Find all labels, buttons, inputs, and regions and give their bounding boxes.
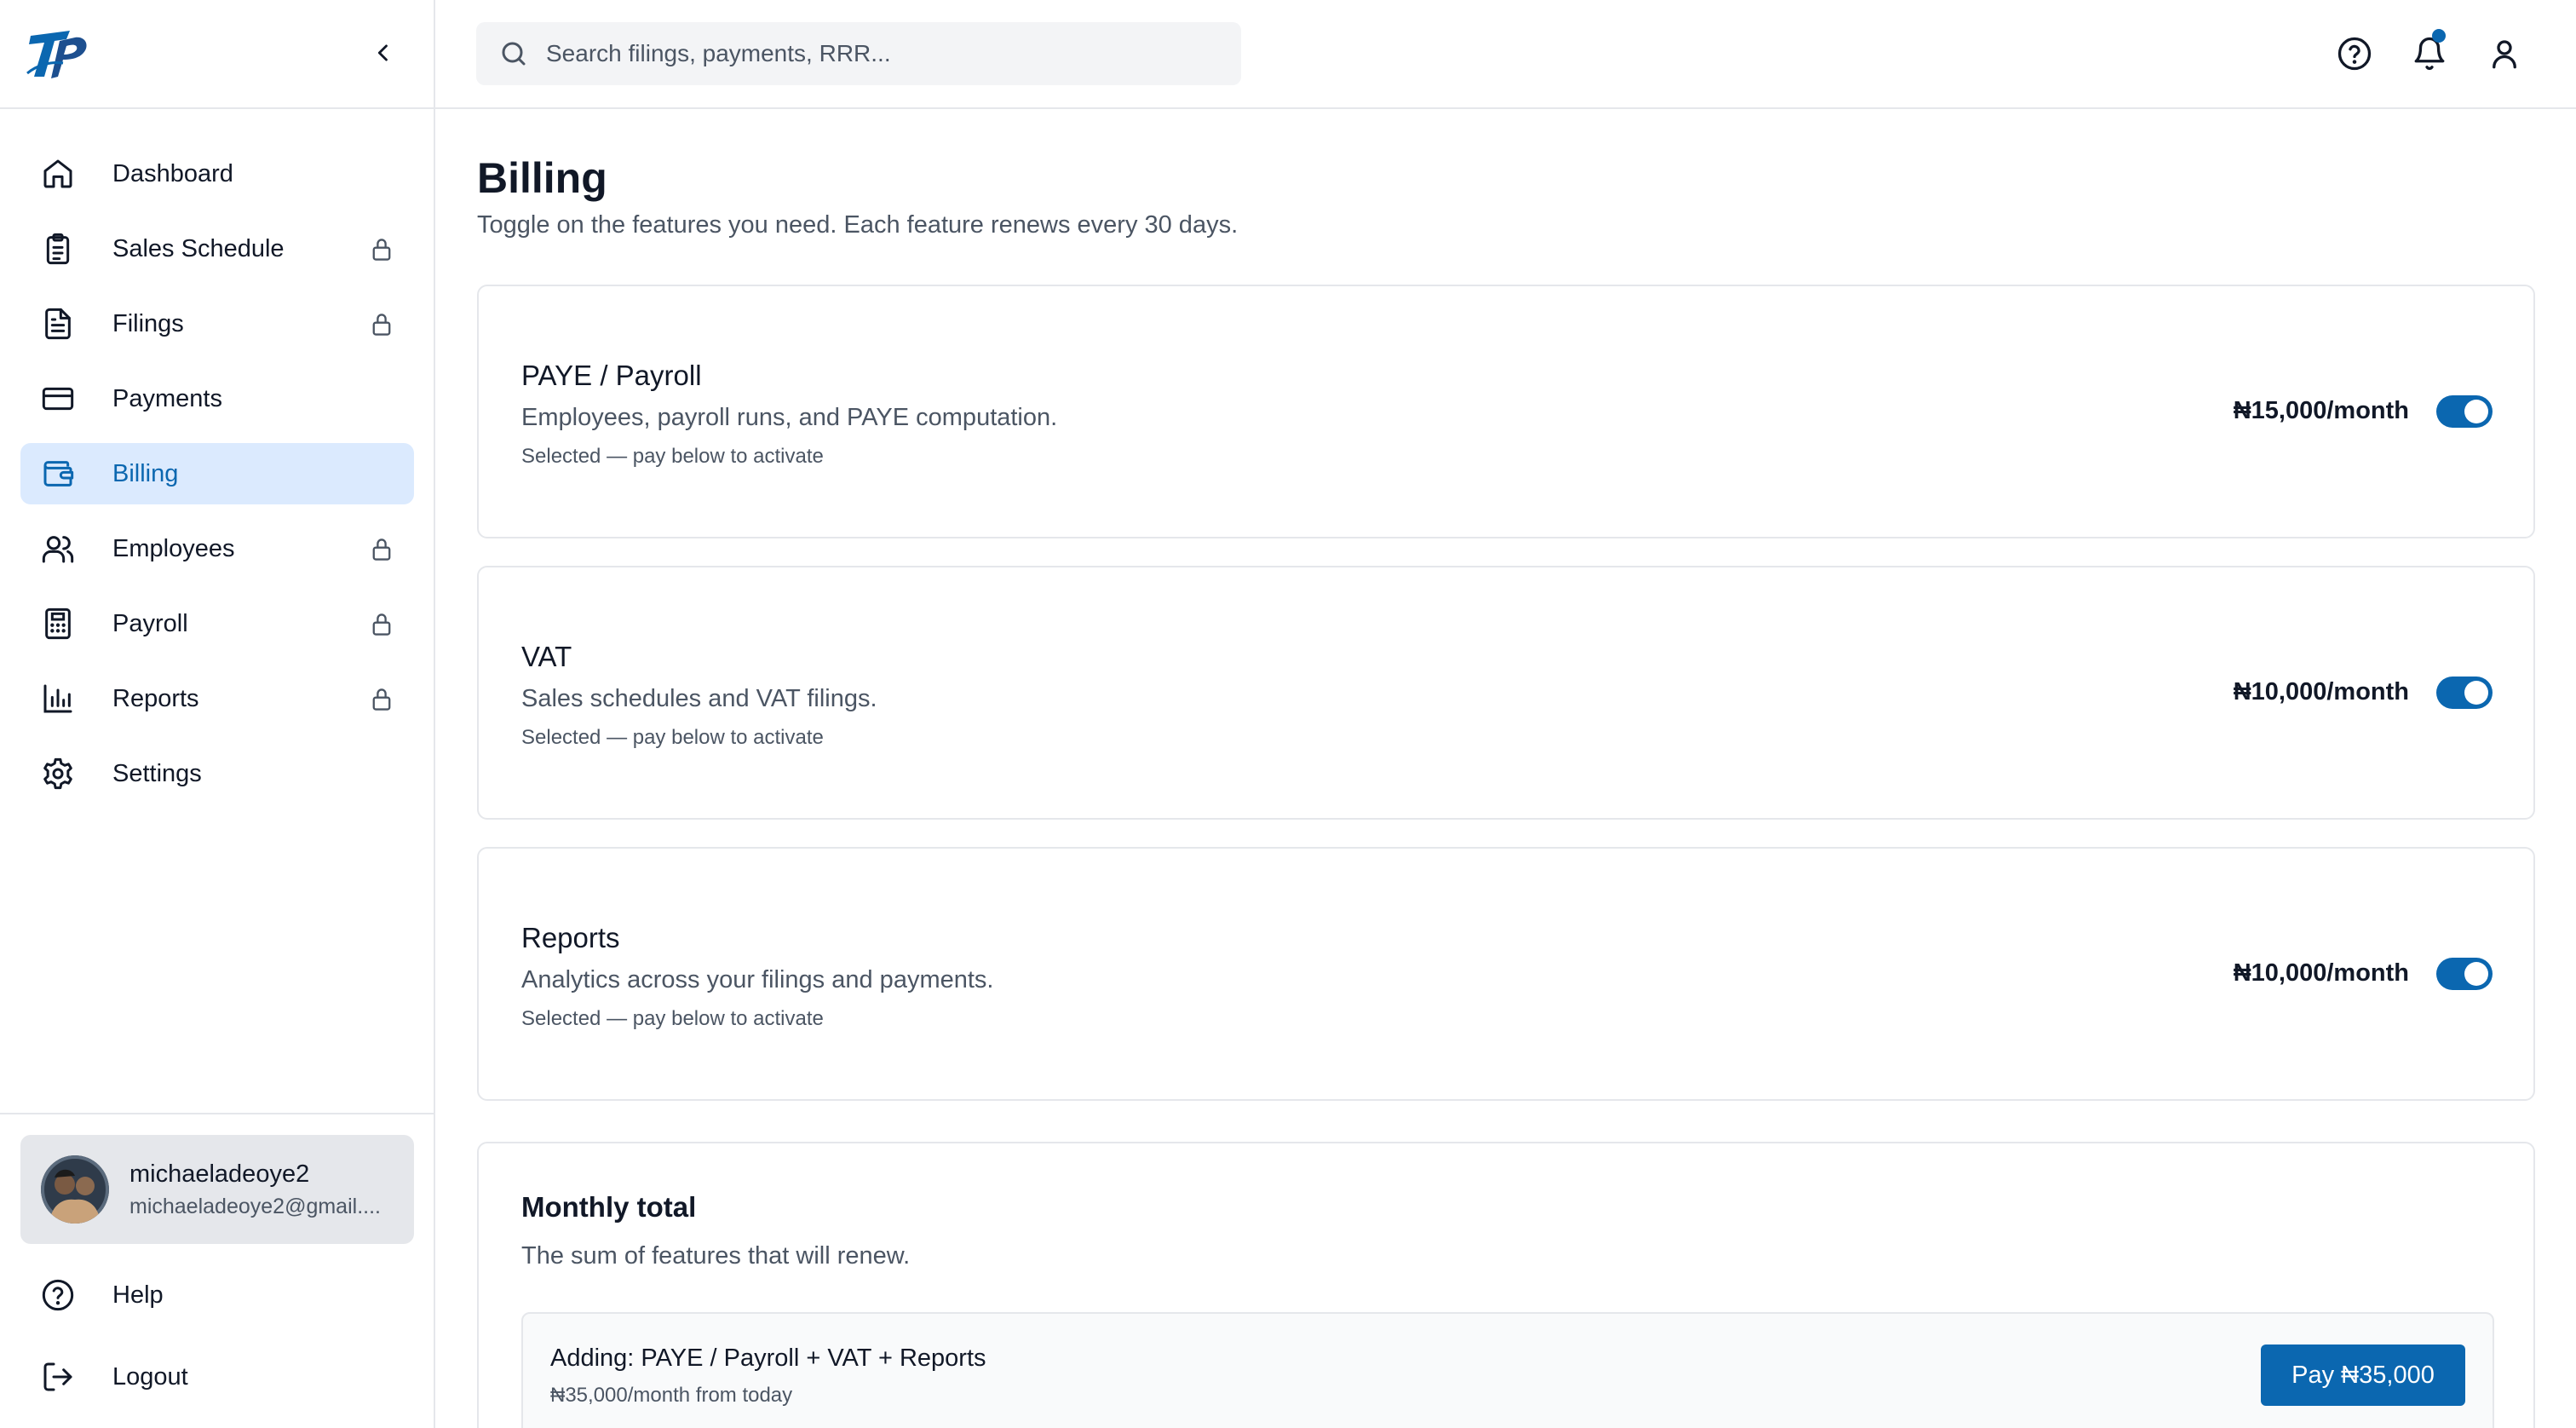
sidebar-item-label: Employees	[112, 534, 235, 562]
feature-price: ₦10,000/month	[2233, 959, 2409, 987]
feature-toggle-reports[interactable]	[2436, 958, 2493, 990]
chevron-left-icon	[377, 44, 388, 61]
search-input[interactable]	[546, 40, 1228, 67]
sidebar-divider	[0, 1113, 434, 1114]
sidebar-item-label: Payments	[112, 384, 222, 412]
sidebar: Dashboard Sales Schedule Filings Payment…	[0, 0, 435, 1428]
sidebar-nav: Dashboard Sales Schedule Filings Payment…	[20, 143, 414, 818]
toggle-knob	[2464, 962, 2488, 986]
sidebar-item-payments[interactable]: Payments	[20, 368, 414, 429]
sidebar-item-label: Billing	[112, 459, 179, 487]
feature-status: Selected — pay below to activate	[521, 445, 824, 468]
wallet-icon	[39, 455, 77, 492]
sidebar-header	[0, 0, 434, 109]
sidebar-item-label: Reports	[112, 684, 199, 712]
feature-description: Analytics across your filings and paymen…	[521, 966, 994, 993]
credit-card-icon	[39, 380, 77, 417]
page-subtitle: Toggle on the features you need. Each fe…	[477, 211, 1239, 239]
monthly-total-card: Monthly total The sum of features that w…	[477, 1142, 2535, 1428]
help-circle-icon	[2337, 37, 2372, 71]
sidebar-item-label: Filings	[112, 309, 184, 337]
logout-icon	[39, 1358, 77, 1396]
sidebar-item-filings[interactable]: Filings	[20, 293, 414, 354]
user-name: michaeladeoye2	[129, 1160, 310, 1188]
notification-badge	[2432, 29, 2446, 43]
toggle-knob	[2464, 681, 2488, 705]
search-icon	[502, 42, 526, 66]
pay-button[interactable]: Pay ₦35,000	[2261, 1345, 2465, 1406]
collapse-sidebar-button[interactable]	[365, 34, 402, 72]
sidebar-item-label: Sales Schedule	[112, 234, 285, 262]
sidebar-item-employees[interactable]: Employees	[20, 518, 414, 579]
notifications-button[interactable]	[2410, 29, 2449, 73]
feature-status: Selected — pay below to activate	[521, 726, 824, 749]
help-link[interactable]: Help	[20, 1264, 414, 1326]
sidebar-item-dashboard[interactable]: Dashboard	[20, 143, 414, 204]
home-icon	[39, 155, 77, 193]
feature-status: Selected — pay below to activate	[521, 1007, 824, 1030]
sidebar-item-label: Payroll	[112, 609, 188, 637]
sidebar-item-settings[interactable]: Settings	[20, 743, 414, 804]
sidebar-item-payroll[interactable]: Payroll	[20, 593, 414, 654]
feature-toggle-paye[interactable]	[2436, 395, 2493, 428]
feature-description: Sales schedules and VAT filings.	[521, 685, 877, 712]
payment-summary: Adding: PAYE / Payroll + VAT + Reports ₦…	[521, 1312, 2494, 1428]
lock-icon	[372, 239, 391, 261]
search-box[interactable]	[476, 22, 1241, 85]
feature-title: VAT	[521, 641, 572, 672]
total-subtitle: The sum of features that will renew.	[521, 1242, 911, 1270]
sidebar-item-billing[interactable]: Billing	[20, 443, 414, 504]
logout-label: Logout	[112, 1362, 188, 1391]
feature-title: PAYE / Payroll	[521, 360, 702, 391]
lock-icon	[372, 314, 391, 336]
feature-card-paye: PAYE / Payroll Employees, payroll runs, …	[477, 285, 2535, 538]
feature-description: Employees, payroll runs, and PAYE comput…	[521, 404, 1058, 431]
user-email: michaeladeoye2@gmail....	[129, 1195, 381, 1218]
feature-card-vat: VAT Sales schedules and VAT filings. Sel…	[477, 566, 2535, 820]
calculator-icon	[39, 605, 77, 642]
page-title: Billing	[477, 154, 607, 202]
top-bar	[435, 0, 2576, 109]
user-profile-card[interactable]: michaeladeoye2 michaeladeoye2@gmail....	[20, 1135, 414, 1244]
avatar	[41, 1155, 109, 1224]
users-icon	[39, 530, 77, 567]
lock-icon	[372, 538, 391, 561]
bar-chart-icon	[39, 680, 77, 717]
toggle-knob	[2464, 400, 2488, 423]
feature-price: ₦10,000/month	[2233, 678, 2409, 705]
sidebar-item-label: Dashboard	[112, 159, 233, 187]
sidebar-item-label: Settings	[112, 759, 202, 787]
lock-icon	[372, 613, 391, 636]
sidebar-item-reports[interactable]: Reports	[20, 668, 414, 729]
feature-toggle-vat[interactable]	[2436, 677, 2493, 709]
app-logo[interactable]	[26, 24, 90, 83]
help-label: Help	[112, 1281, 164, 1309]
help-button[interactable]	[2335, 34, 2374, 73]
account-button[interactable]	[2485, 34, 2524, 73]
sidebar-item-sales-schedule[interactable]: Sales Schedule	[20, 218, 414, 279]
summary-subtitle: ₦35,000/month from today	[550, 1384, 793, 1407]
user-icon	[2493, 40, 2516, 69]
help-circle-icon	[39, 1276, 77, 1314]
lock-icon	[372, 688, 391, 711]
gear-icon	[39, 755, 77, 792]
clipboard-icon	[39, 230, 77, 268]
file-text-icon	[39, 305, 77, 343]
logout-link[interactable]: Logout	[20, 1346, 414, 1408]
feature-price: ₦15,000/month	[2233, 397, 2409, 424]
summary-title: Adding: PAYE / Payroll + VAT + Reports	[550, 1345, 986, 1372]
total-title: Monthly total	[521, 1191, 697, 1223]
feature-card-reports: Reports Analytics across your filings an…	[477, 847, 2535, 1101]
feature-title: Reports	[521, 922, 620, 953]
